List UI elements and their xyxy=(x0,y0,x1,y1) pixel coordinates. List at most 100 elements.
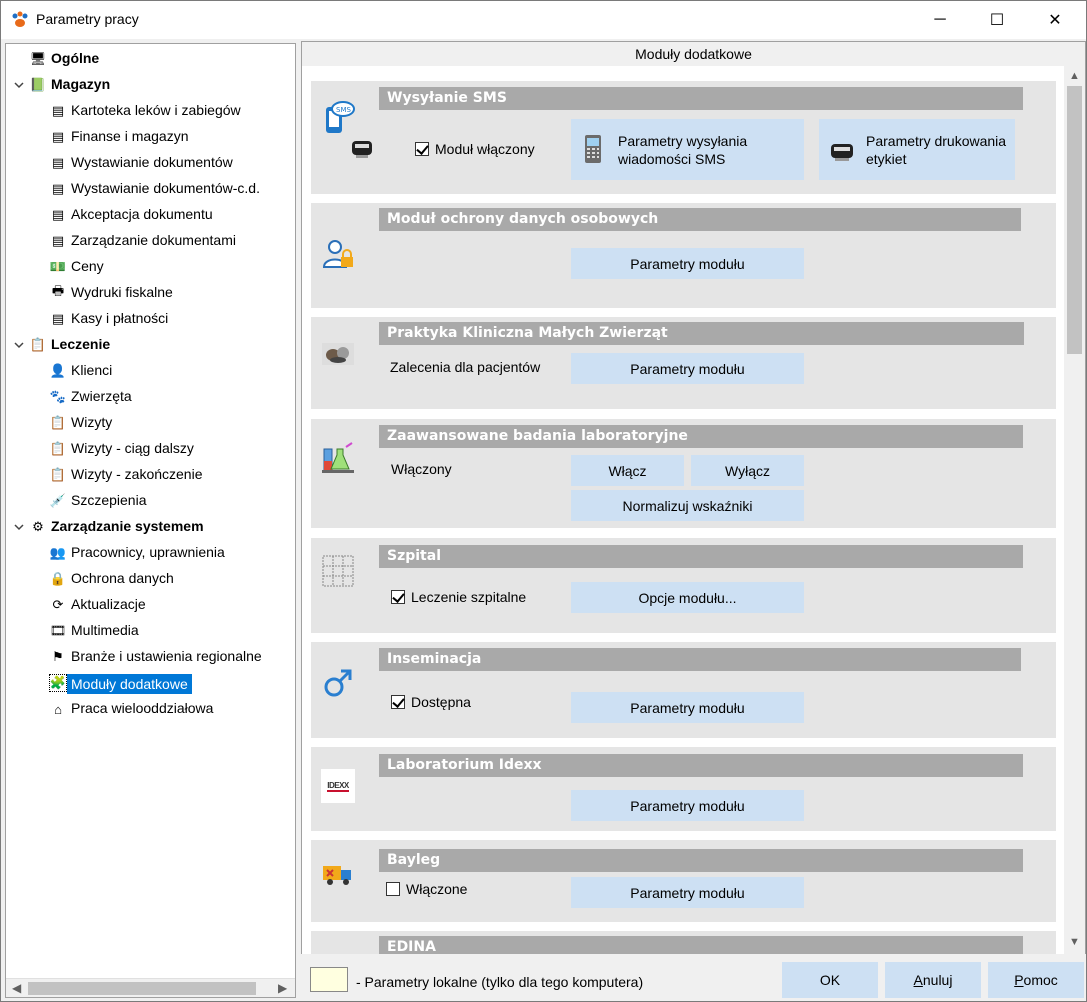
chevron-down-icon[interactable] xyxy=(13,79,25,91)
chevron-down-icon[interactable] xyxy=(13,521,25,533)
tree-item-praca-wielooddziałowa[interactable]: ⌂ Praca wielooddziałowa xyxy=(6,697,295,721)
tree-item-label: Branże i ustawienia regionalne xyxy=(71,648,262,664)
tree-item-label: Wizyty - zakończenie xyxy=(71,466,203,482)
chevron-down-icon[interactable] xyxy=(13,339,25,351)
local-params-legend: - Parametry lokalne (tylko dla tego komp… xyxy=(356,974,644,990)
tree-item-branże-i-ustawienia-regionalne[interactable]: ⚑ Branże i ustawienia regionalne xyxy=(6,645,295,669)
tree-item-label: Akceptacja dokumentu xyxy=(71,206,213,222)
checkbox-box[interactable] xyxy=(391,695,405,709)
tree-item-zwierzęta[interactable]: 🐾 Zwierzęta xyxy=(6,385,295,409)
scroll-up-icon[interactable]: ▲ xyxy=(1069,70,1080,82)
tree-item-wizyty-ciąg-dalszy[interactable]: 📋 Wizyty - ciąg dalszy xyxy=(6,437,295,461)
bayleg-enabled-label: Włączone xyxy=(406,881,468,897)
cancel-button[interactable]: Anuluj xyxy=(885,962,981,998)
title-bar[interactable]: Parametry pracy ─ ☐ ✕ xyxy=(1,1,1086,39)
tree-item-szczepienia[interactable]: 💉 Szczepienia xyxy=(6,489,295,513)
tree-item-akceptacja-dokumentu[interactable]: ▤ Akceptacja dokumentu xyxy=(6,203,295,227)
help-button[interactable]: Pomoc xyxy=(988,962,1084,998)
help-label: Pomoc xyxy=(1014,972,1058,988)
sms-enabled-checkbox[interactable]: Moduł włączony xyxy=(415,141,535,157)
tree-item-ogólne[interactable]: 🖥 Ogólne xyxy=(6,47,295,71)
update-icon: ⟳ xyxy=(52,597,64,612)
close-button[interactable]: ✕ xyxy=(1032,1,1078,39)
small-animal-params-button[interactable]: Parametry modułu xyxy=(571,353,804,384)
settings-tree[interactable]: 🖥 Ogólne 📗 Magazyn ▤ Kartoteka leków i zabieg… xyxy=(5,43,296,998)
tree-item-kartoteka-leków-i-zabiegów[interactable]: ▤ Kartoteka leków i zabiegów xyxy=(6,99,295,123)
idexx-params-button[interactable]: Parametry modułu xyxy=(571,790,804,821)
checkbox-box[interactable] xyxy=(391,590,405,604)
tree-item-ceny[interactable]: 💵 Ceny xyxy=(6,255,295,279)
scroll-down-icon[interactable]: ▼ xyxy=(1069,936,1080,948)
document-add-icon: ▤ xyxy=(51,155,65,170)
label-print-params-button[interactable]: Parametry drukowania etykiet xyxy=(819,119,1015,180)
idexx-logo: IDEXX xyxy=(321,769,355,803)
tree-item-leczenie[interactable]: 📋 Leczenie xyxy=(6,333,295,357)
insemination-available-checkbox[interactable]: Dostępna xyxy=(391,694,471,710)
checkbox-box[interactable] xyxy=(386,882,400,896)
module-edina-title: EDINA xyxy=(379,936,1023,954)
tree-item-zarządzanie-dokumentami[interactable]: ▤ Zarządzanie dokumentami xyxy=(6,229,295,253)
bayleg-enabled-checkbox[interactable]: Włączone xyxy=(386,881,467,897)
maximize-button[interactable]: ☐ xyxy=(974,1,1020,39)
hospital-grid-icon xyxy=(322,555,354,587)
lab-normalize-button[interactable]: Normalizuj wskaźniki xyxy=(571,490,804,521)
tree-item-magazyn[interactable]: 📗 Magazyn xyxy=(6,73,295,97)
tree-item-multimedia[interactable]: 🎞 Multimedia xyxy=(6,619,295,643)
tree-item-label: Leczenie xyxy=(51,336,111,352)
local-params-swatch xyxy=(310,967,348,992)
tree-item-pracownicy-uprawnienia[interactable]: 👥 Pracownicy, uprawnienia xyxy=(6,541,295,565)
tree-item-label: Praca wielooddziałowa xyxy=(71,700,214,716)
module-insemination-title: Inseminacja xyxy=(379,648,1021,671)
hospital-options-button[interactable]: Opcje modułu... xyxy=(571,582,804,613)
module-sms-title: Wysyłanie SMS xyxy=(379,87,1023,110)
tree-item-kasy-i-płatności[interactable]: ▤ Kasy i płatności xyxy=(6,307,295,331)
module-idexx-title: Laboratorium Idexx xyxy=(379,754,1023,777)
tree-item-label: Zwierzęta xyxy=(71,388,132,404)
lab-disable-button[interactable]: Wyłącz xyxy=(691,455,804,486)
label-print-params-label: Parametry drukowania etykiet xyxy=(866,132,1007,167)
tree-item-klienci[interactable]: 👤 Klienci xyxy=(6,359,295,383)
module-sms: Wysyłanie SMS SMS Moduł włączony Paramet… xyxy=(311,81,1056,194)
svg-text:SMS: SMS xyxy=(336,106,351,114)
lab-enable-button[interactable]: Włącz xyxy=(571,455,684,486)
bayleg-params-button[interactable]: Parametry modułu xyxy=(571,877,804,908)
ok-button[interactable]: OK xyxy=(782,962,878,998)
data-protection-params-button[interactable]: Parametry modułu xyxy=(571,248,804,279)
minimize-button[interactable]: ─ xyxy=(917,1,963,39)
pets-photo-icon xyxy=(322,343,354,365)
tree-item-wystawianie-dokumentów[interactable]: ▤ Wystawianie dokumentów xyxy=(6,151,295,175)
tree-item-wizyty[interactable]: 📋 Wizyty xyxy=(6,411,295,435)
hospital-treatment-checkbox[interactable]: Leczenie szpitalne xyxy=(391,589,526,605)
documents-icon: ▤ xyxy=(51,233,65,248)
paw-icon: 🐾 xyxy=(49,389,67,404)
tree-item-moduły-dodatkowe[interactable]: 🧩 Moduły dodatkowe xyxy=(6,671,295,695)
sms-send-params-button[interactable]: Parametry wysyłania wiadomości SMS xyxy=(571,119,804,180)
lab-flasks-icon xyxy=(322,442,354,473)
delivery-truck-icon xyxy=(323,866,351,885)
module-insemination: Inseminacja Dostępna Parametry modułu xyxy=(311,642,1056,738)
tree-horizontal-scrollbar[interactable]: ◀ ▶ xyxy=(6,978,295,997)
scroll-right-icon[interactable]: ▶ xyxy=(278,981,287,995)
phone-icon xyxy=(585,135,601,163)
modules-vertical-scrollbar[interactable]: ▲ ▼ xyxy=(1064,66,1085,954)
tree-item-wystawianie-dokumentów-c-d[interactable]: ▤ Wystawianie dokumentów-c.d. xyxy=(6,177,295,201)
modules-panel[interactable]: Wysyłanie SMS SMS Moduł włączony Paramet… xyxy=(301,66,1086,954)
clipboard-check-icon: 📋 xyxy=(49,467,67,482)
tree-item-zarządzanie-systemem[interactable]: ⚙ Zarządzanie systemem xyxy=(6,515,295,539)
tree-item-wydruki-fiskalne[interactable]: 🖶 Wydruki fiskalne xyxy=(6,281,295,305)
tree-item-aktualizacje[interactable]: ⟳ Aktualizacje xyxy=(6,593,295,617)
data-protection-params-label: Parametry modułu xyxy=(630,255,745,272)
tree-item-ochrona-danych[interactable]: 🔒 Ochrona danych xyxy=(6,567,295,591)
scroll-thumb[interactable] xyxy=(1067,86,1082,354)
tree-item-label: Zarządzanie systemem xyxy=(51,518,204,534)
scroll-thumb[interactable] xyxy=(28,982,256,995)
sms-send-params-label: Parametry wysyłania wiadomości SMS xyxy=(618,132,748,167)
tree-item-finanse-i-magazyn[interactable]: ▤ Finanse i magazyn xyxy=(6,125,295,149)
cash-icon: ▤ xyxy=(51,311,65,326)
module-hospital: Szpital Leczenie szpitalne Opcje modułu.… xyxy=(311,538,1056,633)
scroll-left-icon[interactable]: ◀ xyxy=(12,981,21,995)
tree-item-wizyty-zakończenie[interactable]: 📋 Wizyty - zakończenie xyxy=(6,463,295,487)
tree-item-label: Klienci xyxy=(71,362,113,378)
insemination-params-button[interactable]: Parametry modułu xyxy=(571,692,804,723)
checkbox-box[interactable] xyxy=(415,142,429,156)
